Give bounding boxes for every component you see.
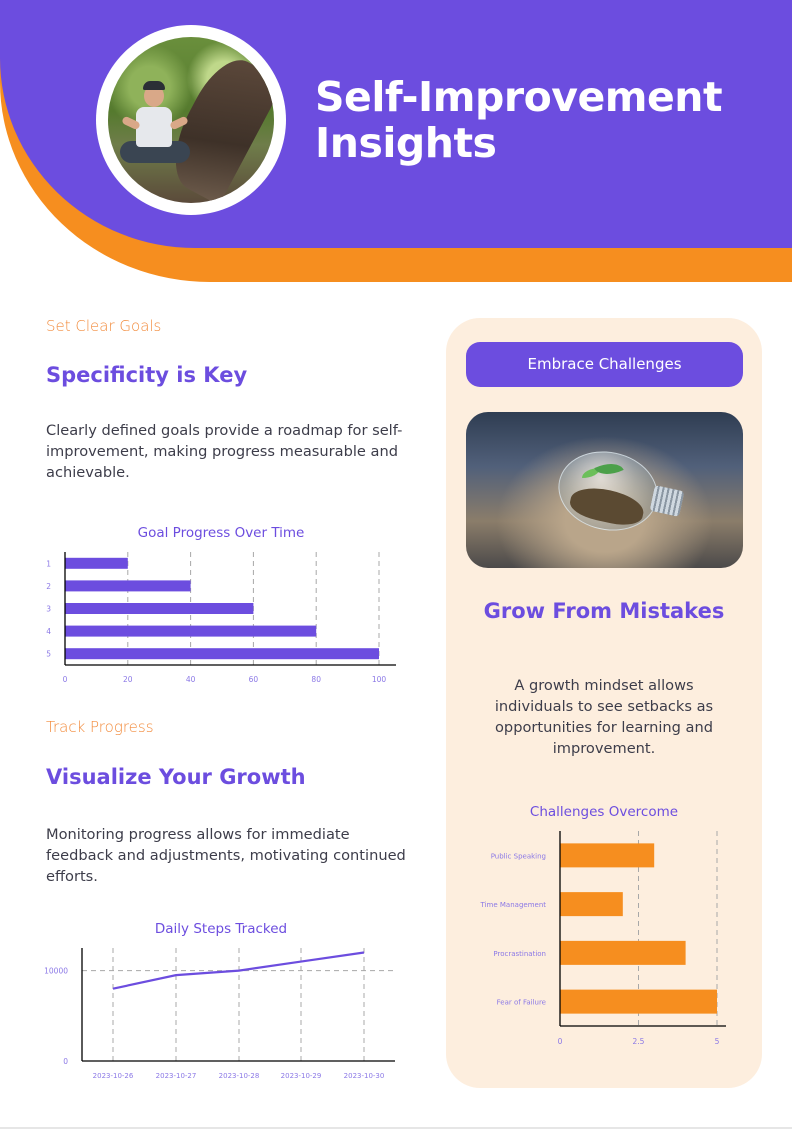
x-tick-label: 0 [63, 675, 68, 684]
bar-1 [65, 557, 128, 569]
section1-body: Clearly defined goals provide a roadmap … [46, 422, 403, 481]
page-title-line1: Self-Improvement [315, 73, 723, 121]
goal-chart-title: Goal Progress Over Time [137, 525, 305, 541]
category-label: 1 [46, 559, 51, 568]
category-label: 4 [46, 627, 51, 636]
section2-heading: Visualize Your Growth [46, 765, 306, 789]
lightbulb-seedling-image [466, 412, 743, 568]
section2-body: Monitoring progress allows for immediate… [46, 826, 406, 885]
y-tick-label: 0 [63, 1057, 68, 1066]
photo-person-body [136, 107, 172, 147]
challenges-panel: Embrace Challenges Grow From Mistakes A … [446, 318, 762, 1088]
photo-bulb-base [649, 485, 685, 517]
meditation-photo [108, 37, 274, 203]
embrace-challenges-button[interactable]: Embrace Challenges [466, 342, 743, 387]
panel-heading: Grow From Mistakes [483, 599, 725, 623]
x-tick-label: 100 [372, 675, 387, 684]
x-tick-label: 20 [123, 675, 133, 684]
x-tick-label: 2023-10-28 [219, 1072, 260, 1080]
header-avatar [96, 25, 286, 215]
section1-heading: Specificity is Key [46, 363, 248, 387]
steps-series-line [112, 951, 365, 990]
x-tick-label: 40 [186, 675, 196, 684]
section1-eyebrow: Set Clear Goals [46, 317, 162, 335]
x-tick-label: 80 [311, 675, 321, 684]
panel-body: A growth mindset allows individuals to s… [494, 677, 714, 757]
photo-person-cap [143, 81, 165, 90]
category-label: 3 [46, 605, 51, 614]
page-title-line2: Insights [315, 119, 497, 167]
section2-eyebrow: Track Progress [46, 718, 154, 736]
steps-chart-title: Daily Steps Tracked [154, 921, 288, 937]
bar-5 [65, 648, 379, 660]
x-tick-label: 2023-10-30 [344, 1072, 385, 1080]
y-tick-label: 10000 [44, 967, 68, 976]
bar-4 [65, 625, 317, 637]
x-tick-label: 60 [249, 675, 259, 684]
challenges-chart-title: Challenges Overcome [529, 804, 679, 820]
bar-2 [65, 580, 191, 592]
category-label: 2 [46, 582, 51, 591]
x-tick-label: 2023-10-26 [93, 1072, 134, 1080]
x-tick-label: 2023-10-29 [281, 1072, 322, 1080]
bar-3 [65, 603, 254, 614]
page-title: Self-Improvement Insights [315, 74, 775, 166]
x-tick-label: 2023-10-27 [156, 1072, 197, 1080]
category-label: 5 [46, 650, 51, 659]
